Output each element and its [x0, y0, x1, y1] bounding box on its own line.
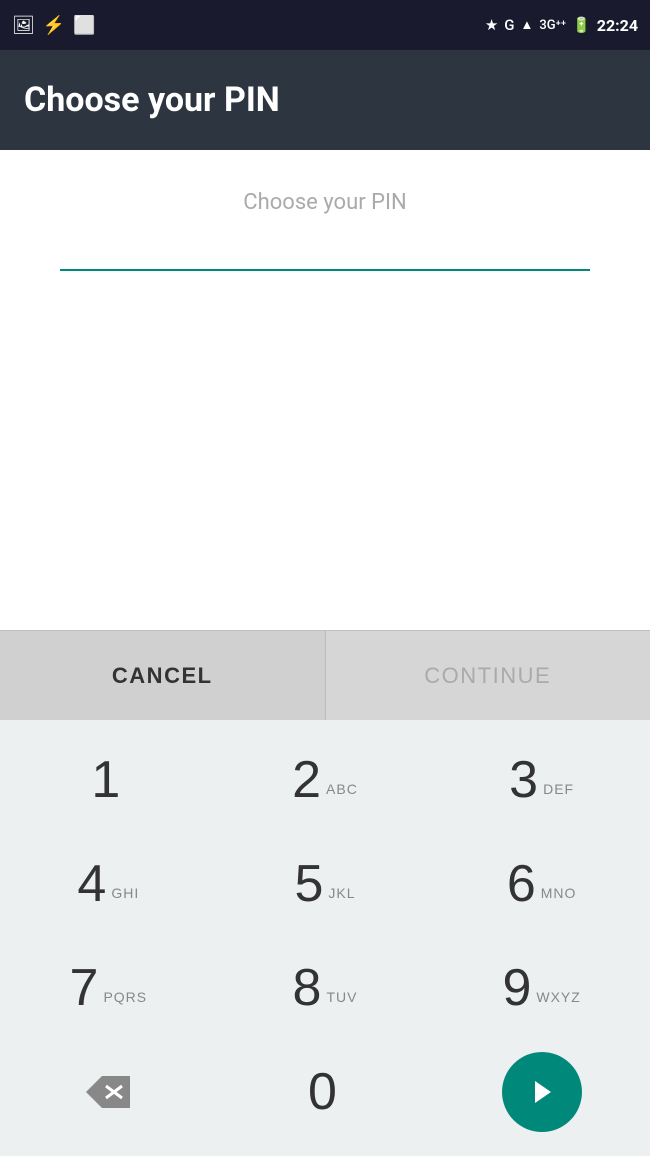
pin-prompt-label: Choose your PIN — [243, 190, 406, 215]
action-buttons-bar: CANCEL CONTINUE — [0, 630, 650, 720]
backspace-icon — [86, 1076, 130, 1108]
carrier-label: G — [504, 16, 514, 34]
next-button-cell — [452, 1042, 632, 1142]
time-display: 22:24 — [597, 16, 638, 35]
dialpad-key-9[interactable]: 9 WXYZ — [452, 938, 632, 1038]
dialpad-key-3[interactable]: 3 DEF — [452, 730, 632, 830]
battery-icon: 🔋 — [572, 16, 591, 34]
backspace-button[interactable] — [18, 1042, 198, 1142]
dialpad-row-1: 1 2 ABC 3 DEF — [0, 730, 650, 830]
dialpad-key-8[interactable]: 8 TUV — [235, 938, 415, 1038]
app-bar: Choose your PIN — [0, 50, 650, 150]
dialpad-key-5[interactable]: 5 JKL — [235, 834, 415, 934]
flash-icon: ⚡ — [43, 15, 65, 36]
star-icon: ★ — [485, 16, 498, 34]
dialpad-key-6[interactable]: 6 MNO — [452, 834, 632, 934]
dialpad-key-7[interactable]: 7 PQRS — [18, 938, 198, 1038]
next-button[interactable] — [502, 1052, 582, 1132]
page-wrapper: 🖼 ⚡ ⬜ ★ G ▲ 3G⁺⁺ 🔋 22:24 Choose your PIN… — [0, 0, 650, 1156]
signal-icon: ▲ — [520, 17, 533, 33]
dialpad-key-0[interactable]: 0 — [235, 1042, 415, 1142]
dialpad-key-4[interactable]: 4 GHI — [18, 834, 198, 934]
network-label: 3G⁺⁺ — [539, 18, 566, 33]
status-bar: 🖼 ⚡ ⬜ ★ G ▲ 3G⁺⁺ 🔋 22:24 — [0, 0, 650, 50]
dialpad: 1 2 ABC 3 DEF 4 GHI 5 JKL 6 — [0, 720, 650, 1156]
continue-button[interactable]: CONTINUE — [326, 631, 650, 721]
content-area: Choose your PIN — [0, 150, 650, 630]
dialpad-key-1[interactable]: 1 — [18, 730, 198, 830]
dialpad-row-4: 0 — [0, 1042, 650, 1142]
image-icon: 🖼 — [12, 15, 35, 36]
next-arrow-icon — [527, 1077, 557, 1107]
cancel-button[interactable]: CANCEL — [0, 631, 326, 721]
screen-icon: ⬜ — [73, 15, 95, 36]
pin-input-field[interactable] — [60, 235, 590, 271]
status-bar-right: ★ G ▲ 3G⁺⁺ 🔋 22:24 — [485, 16, 638, 35]
dialpad-row-2: 4 GHI 5 JKL 6 MNO — [0, 834, 650, 934]
page-title: Choose your PIN — [24, 80, 280, 120]
dialpad-row-3: 7 PQRS 8 TUV 9 WXYZ — [0, 938, 650, 1038]
dialpad-key-2[interactable]: 2 ABC — [235, 730, 415, 830]
status-bar-left: 🖼 ⚡ ⬜ — [12, 15, 96, 36]
